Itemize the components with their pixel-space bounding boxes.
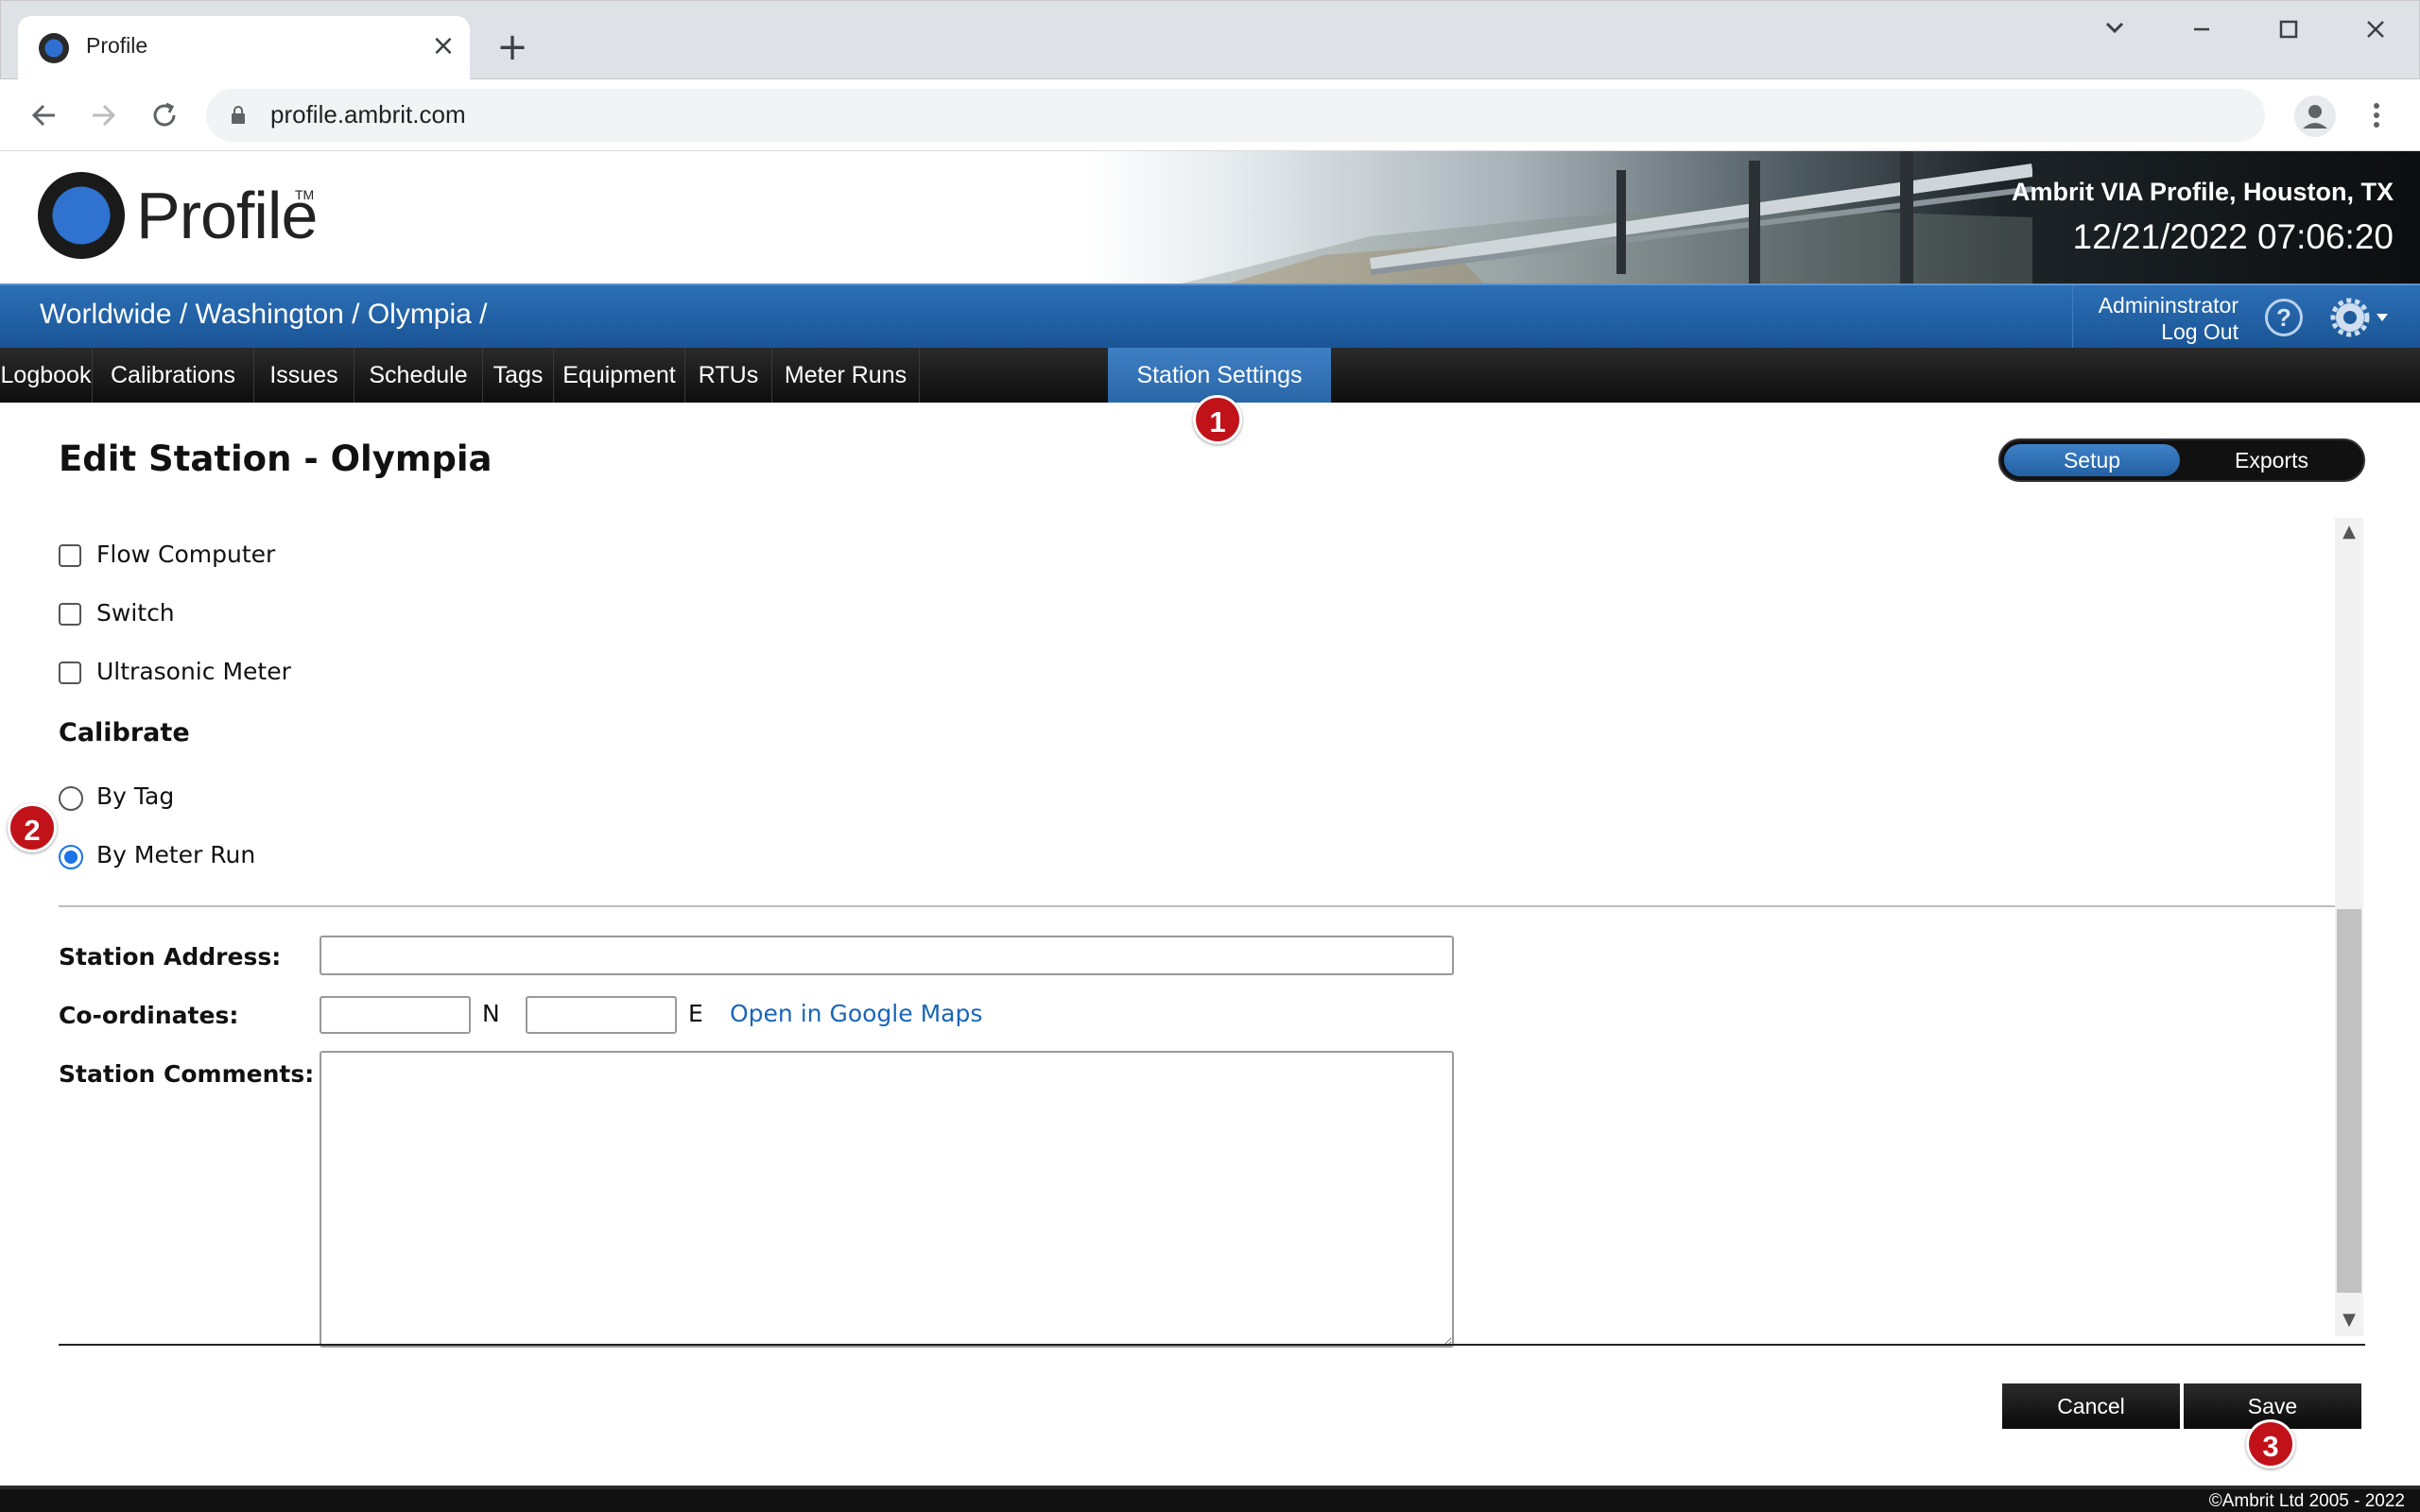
url-text: profile.ambrit.com — [270, 100, 466, 129]
north-unit-label: N — [482, 1000, 500, 1027]
tab-meter-runs[interactable]: Meter Runs — [772, 348, 920, 403]
copyright-text: ©Ambrit Ltd 2005 - 2022 — [2208, 1491, 2405, 1511]
trademark-mark: TM — [295, 187, 315, 202]
coordinate-east-input[interactable] — [526, 996, 677, 1034]
form-bottom-divider — [59, 1344, 2365, 1346]
browser-tab-title: Profile — [86, 33, 148, 58]
section-divider — [59, 905, 2335, 907]
open-google-maps-link[interactable]: Open in Google Maps — [730, 1000, 982, 1027]
scrollbar-thumb[interactable] — [2337, 909, 2361, 1293]
browser-menu-kebab-icon[interactable] — [2358, 96, 2395, 134]
radio-label: By Meter Run — [96, 841, 256, 868]
user-name[interactable]: Admininstrator — [2099, 293, 2238, 318]
checkbox-box[interactable] — [59, 662, 81, 684]
lock-icon[interactable] — [227, 104, 250, 127]
step-marker-2: 2 — [8, 803, 57, 852]
user-box: Admininstrator Log Out — [2072, 285, 2242, 350]
tab-tags[interactable]: Tags — [483, 348, 554, 403]
east-unit-label: E — [688, 1000, 703, 1027]
pipeline-banner-image — [1182, 151, 2032, 284]
station-form-panel[interactable]: Flow Computer Switch Ultrasonic Meter Ca… — [0, 518, 2420, 1348]
breadcrumb-bar: Worldwide / Washington / Olympia / Admin… — [0, 284, 2420, 350]
tab-equipment[interactable]: Equipment — [554, 348, 685, 403]
segment-exports[interactable]: Exports — [2184, 444, 2360, 476]
checkbox-label: Switch — [96, 599, 175, 627]
cancel-button[interactable]: Cancel — [2002, 1383, 2180, 1429]
coordinates-label: Co-ordinates: — [59, 1002, 239, 1029]
checkbox-label: Ultrasonic Meter — [96, 658, 291, 685]
browser-profile-avatar-icon[interactable] — [2293, 94, 2337, 138]
forward-arrow-icon[interactable] — [85, 96, 123, 134]
profile-favicon-icon — [39, 33, 69, 63]
reload-icon[interactable] — [146, 96, 183, 134]
checkbox-label: Flow Computer — [96, 541, 276, 568]
radio-button[interactable] — [59, 786, 83, 811]
close-window-icon[interactable] — [2347, 10, 2404, 48]
calibrate-heading: Calibrate — [59, 718, 190, 747]
checkbox-box[interactable] — [59, 544, 81, 567]
tab-search-chevron-icon[interactable] — [2086, 10, 2143, 48]
back-arrow-icon[interactable] — [25, 96, 62, 134]
tab-issues[interactable]: Issues — [254, 348, 354, 403]
page-title: Edit Station - Olympia — [59, 438, 493, 479]
site-clock: 12/21/2022 07:06:20 — [2072, 217, 2394, 256]
radio-label: By Tag — [96, 782, 175, 810]
station-address-label: Station Address: — [59, 943, 282, 971]
setup-exports-toggle: Setup Exports — [1998, 438, 2365, 482]
vertical-scrollbar[interactable]: ▲ ▼ — [2335, 518, 2363, 1336]
new-tab-plus-icon[interactable]: + — [493, 27, 532, 67]
help-icon[interactable]: ? — [2265, 299, 2303, 336]
station-comments-label: Station Comments: — [59, 1060, 315, 1088]
tab-rtus[interactable]: RTUs — [685, 348, 772, 403]
tab-calibrations[interactable]: Calibrations — [93, 348, 254, 403]
segment-setup[interactable]: Setup — [2004, 444, 2180, 476]
browser-tab[interactable]: Profile × — [18, 16, 470, 80]
tab-logbook[interactable]: Logbook — [0, 348, 93, 403]
step-marker-1: 1 — [1193, 395, 1242, 444]
minimize-window-icon[interactable] — [2173, 10, 2230, 48]
app-header: Profile TM Ambrit VIA Profile, Houston, … — [0, 151, 2420, 284]
scroll-down-arrow-icon[interactable]: ▼ — [2335, 1308, 2363, 1332]
checkbox-box[interactable] — [59, 603, 81, 626]
footer: ©Ambrit Ltd 2005 - 2022 — [0, 1486, 2420, 1512]
scroll-up-arrow-icon[interactable]: ▲ — [2335, 520, 2363, 544]
address-bar[interactable]: profile.ambrit.com — [206, 89, 2265, 142]
profile-logo-icon — [38, 172, 125, 259]
coordinate-north-input[interactable] — [320, 996, 471, 1034]
browser-toolbar: profile.ambrit.com — [0, 79, 2420, 151]
breadcrumb[interactable]: Worldwide / Washington / Olympia / — [40, 299, 488, 331]
maximize-window-icon[interactable] — [2260, 10, 2317, 48]
close-tab-icon[interactable]: × — [426, 29, 460, 63]
radio-button-selected[interactable] — [59, 845, 83, 869]
station-comments-textarea[interactable] — [320, 1051, 1454, 1348]
step-marker-3: 3 — [2246, 1419, 2295, 1469]
site-name: Ambrit VIA Profile, Houston, TX — [2011, 178, 2394, 206]
browser-tab-strip: Profile × + — [0, 0, 2420, 80]
station-address-input[interactable] — [320, 936, 1454, 975]
brand-name: Profile — [136, 179, 318, 252]
tab-schedule[interactable]: Schedule — [354, 348, 483, 403]
main-nav: Logbook Calibrations Issues Schedule Tag… — [0, 348, 2420, 403]
logout-link[interactable]: Log Out — [2161, 319, 2238, 345]
gear-icon[interactable] — [2325, 297, 2392, 338]
